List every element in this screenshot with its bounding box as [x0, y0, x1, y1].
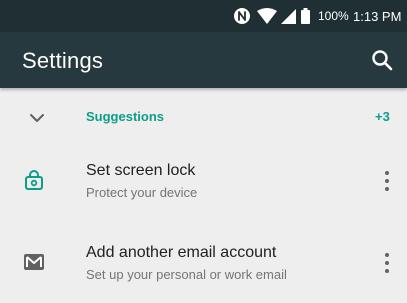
- suggestions-label: Suggestions: [86, 109, 165, 124]
- more-vert-icon[interactable]: [380, 250, 394, 276]
- search-button[interactable]: [368, 46, 396, 74]
- status-clock: 1:13 PM: [353, 8, 402, 24]
- suggestions-count: +3: [375, 109, 390, 124]
- menu-dot: [385, 253, 389, 257]
- menu-dot: [385, 171, 389, 175]
- list-item-screen-lock[interactable]: Set screen lock Protect your device: [0, 152, 407, 214]
- more-vert-icon[interactable]: [380, 168, 394, 194]
- cell-signal-icon: [281, 0, 297, 32]
- lock-icon: [25, 170, 43, 190]
- status-bar: 100% 1:13 PM: [0, 0, 407, 32]
- menu-dot: [385, 269, 389, 273]
- menu-dot: [385, 261, 389, 265]
- list-item-title: Add another email account: [86, 244, 277, 261]
- nfc-icon: [233, 0, 253, 32]
- wifi-icon: [257, 0, 279, 32]
- search-icon: [372, 50, 393, 71]
- menu-dot: [385, 187, 389, 191]
- list-item-subtitle: Protect your device: [86, 185, 198, 200]
- battery-percent: 100%: [318, 9, 349, 23]
- battery-icon: [301, 0, 313, 32]
- list-item-subtitle: Set up your personal or work email: [86, 267, 287, 282]
- suggestions-header[interactable]: Suggestions +3: [0, 99, 407, 135]
- app-bar: Settings: [0, 32, 407, 88]
- chevron-down-icon[interactable]: [28, 109, 46, 127]
- list-item-email-account[interactable]: Add another email account Set up your pe…: [0, 234, 407, 296]
- menu-dot: [385, 179, 389, 183]
- list-item-title: Set screen lock: [86, 162, 196, 179]
- email-icon: [24, 254, 44, 270]
- page-title: Settings: [22, 48, 104, 73]
